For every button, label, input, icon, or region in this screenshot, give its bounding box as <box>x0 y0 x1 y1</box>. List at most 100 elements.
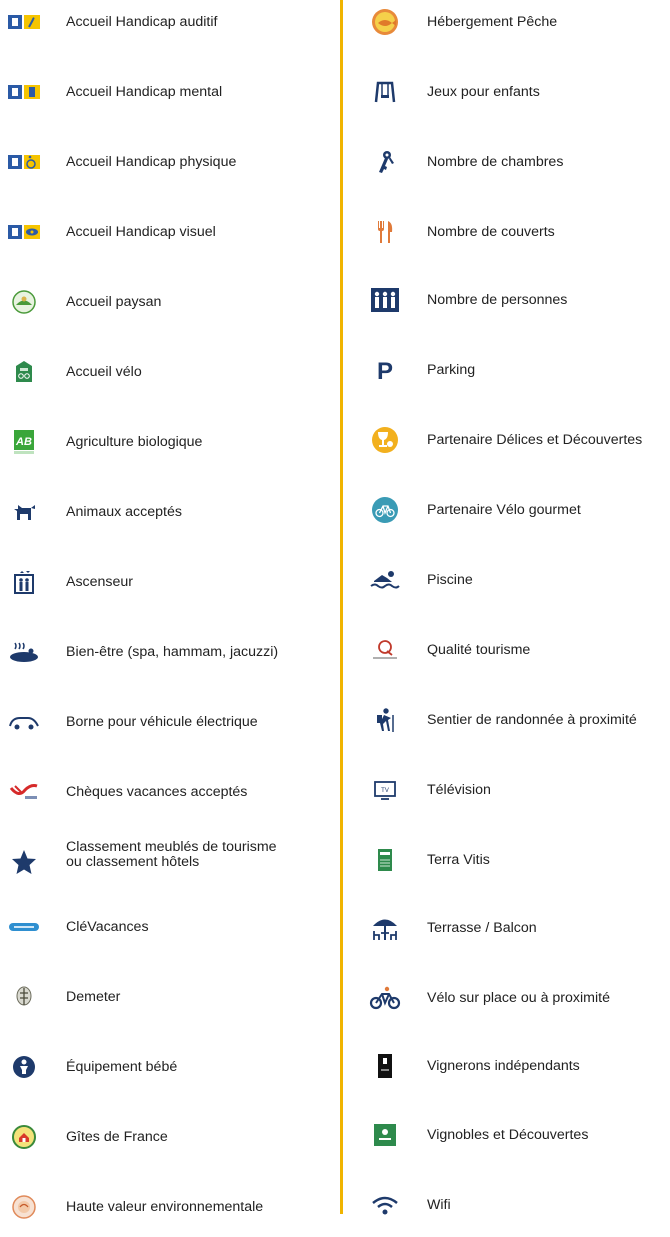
legend-item: Terrasse / Balcon <box>345 898 670 958</box>
wifi-icon <box>367 1187 403 1223</box>
legend-label: Qualité tourisme <box>427 641 531 658</box>
legend-label: Accueil Handicap mental <box>66 83 223 100</box>
gites-de-france-icon <box>6 1119 42 1155</box>
clevacances-icon <box>6 909 42 945</box>
legend-item: Nombre de chambres <box>345 132 670 192</box>
demeter-icon <box>6 979 42 1015</box>
legend-item: Partenaire Délices et Découvertes <box>345 410 670 470</box>
legend-label: Terra Vitis <box>427 851 490 868</box>
visual-impaired-icon <box>6 214 42 250</box>
legend-item: Piscine <box>345 550 670 610</box>
dog-icon <box>6 494 42 530</box>
legend-item: Borne pour véhicule électrique <box>0 692 338 752</box>
legend-label: Piscine <box>427 571 473 588</box>
legend-label: Agriculture biologique <box>66 433 203 450</box>
parking-icon-text: P <box>377 358 393 382</box>
hearing-impaired-icon <box>6 4 42 40</box>
legend-item: Vignerons indépendants <box>345 1036 670 1096</box>
legend-label: Chèques vacances acceptés <box>66 783 248 800</box>
legend-item: Bien-être (spa, hammam, jacuzzi) <box>0 622 338 682</box>
elevator-icon <box>6 564 42 600</box>
legend-label: Équipement bébé <box>66 1058 178 1075</box>
legend-item: Chèques vacances acceptés <box>0 762 338 822</box>
legend-label: Parking <box>427 361 476 378</box>
legend-label: Gîtes de France <box>66 1128 168 1145</box>
star-icon <box>6 844 42 880</box>
hve-icon <box>6 1189 42 1225</box>
legend-item: Partenaire Vélo gourmet <box>345 480 670 540</box>
terrace-icon <box>367 910 403 946</box>
legend-label: CléVacances <box>66 918 149 935</box>
electric-car-icon <box>6 704 42 740</box>
legend-label: Accueil Handicap visuel <box>66 223 216 240</box>
legend-label: Borne pour véhicule électrique <box>66 713 258 730</box>
legend-item: Vignobles et Découvertes <box>345 1105 670 1165</box>
legend-label: Nombre de chambres <box>427 153 564 170</box>
vignobles-icon <box>367 1117 403 1153</box>
legend-label: Télévision <box>427 781 491 798</box>
legend-label: Vélo sur place ou à proximité <box>427 989 610 1006</box>
legend-label: Nombre de couverts <box>427 223 555 240</box>
legend-item: Gîtes de France <box>0 1107 338 1167</box>
terra-vitis-icon <box>367 842 403 878</box>
legend-item: Wifi <box>345 1175 670 1235</box>
ab-organic-icon: AB <box>6 424 42 460</box>
baby-icon <box>6 1049 42 1085</box>
legend-item: Animaux acceptés <box>0 482 338 542</box>
wheelchair-icon <box>6 144 42 180</box>
legend-item: Hébergement Pêche <box>345 0 670 52</box>
bike-circle-icon <box>367 492 403 528</box>
legend-item: Nombre de personnes <box>345 270 670 330</box>
legend-item: Équipement bébé <box>0 1037 338 1097</box>
legend-item: Classement meublés de tourisme ou classe… <box>0 828 338 888</box>
ab-icon-text: AB <box>15 436 32 448</box>
cutlery-icon <box>367 214 403 250</box>
legend-item: Haute valeur environnementale <box>0 1177 338 1237</box>
legend-item: Ascenseur <box>0 552 338 612</box>
legend-item: AB Agriculture biologique <box>0 412 338 472</box>
legend-item: P Parking <box>345 340 670 400</box>
tv-icon: TV <box>367 772 403 808</box>
legend-label: Accueil vélo <box>66 363 142 380</box>
swimming-icon <box>367 562 403 598</box>
legend-label: Sentier de randonnée à proximité <box>427 711 637 728</box>
legend-item: Accueil Handicap auditif <box>0 0 338 52</box>
vignerons-icon <box>367 1048 403 1084</box>
accueil-paysan-icon <box>6 284 42 320</box>
legend-item: Accueil Handicap mental <box>0 62 338 122</box>
hiker-icon <box>367 702 403 738</box>
accueil-velo-icon <box>6 354 42 390</box>
keys-icon <box>367 144 403 180</box>
legend-label: Accueil Handicap physique <box>66 153 237 170</box>
column-divider <box>340 0 343 1214</box>
legend-label: Terrasse / Balcon <box>427 919 537 936</box>
legend-label: Wifi <box>427 1196 451 1213</box>
legend-label: Vignobles et Découvertes <box>427 1126 589 1143</box>
legend-item: Accueil Handicap visuel <box>0 202 338 262</box>
legend-label: Classement meublés de tourisme <box>66 839 277 855</box>
spa-icon <box>6 634 42 670</box>
legend-label: Partenaire Vélo gourmet <box>427 501 581 518</box>
legend-item: Jeux pour enfants <box>345 62 670 122</box>
legend-label: Vignerons indépendants <box>427 1057 580 1074</box>
parking-icon: P <box>367 352 403 388</box>
legend-label-line2: ou classement hôtels <box>66 854 200 870</box>
legend-label: Ascenseur <box>66 573 134 590</box>
legend-item: Accueil Handicap physique <box>0 132 338 192</box>
swing-icon <box>367 74 403 110</box>
bicycle-icon <box>367 980 403 1016</box>
tv-icon-text: TV <box>381 788 389 794</box>
legend-label: Nombre de personnes <box>427 291 568 308</box>
legend-item: Sentier de randonnée à proximité <box>345 690 670 750</box>
people-icon <box>367 282 403 318</box>
legend-label: Jeux pour enfants <box>427 83 540 100</box>
legend-label: Demeter <box>66 988 121 1005</box>
fishing-icon <box>367 4 403 40</box>
legend-label: Hébergement Pêche <box>427 13 558 30</box>
legend-item: TV Télévision <box>345 760 670 820</box>
legend-item: Vélo sur place ou à proximité <box>345 968 670 1028</box>
legend-item: CléVacances <box>0 897 338 957</box>
legend-label: Accueil Handicap auditif <box>66 13 218 30</box>
legend-label: Haute valeur environnementale <box>66 1198 264 1215</box>
legend-item: Terra Vitis <box>345 830 670 890</box>
